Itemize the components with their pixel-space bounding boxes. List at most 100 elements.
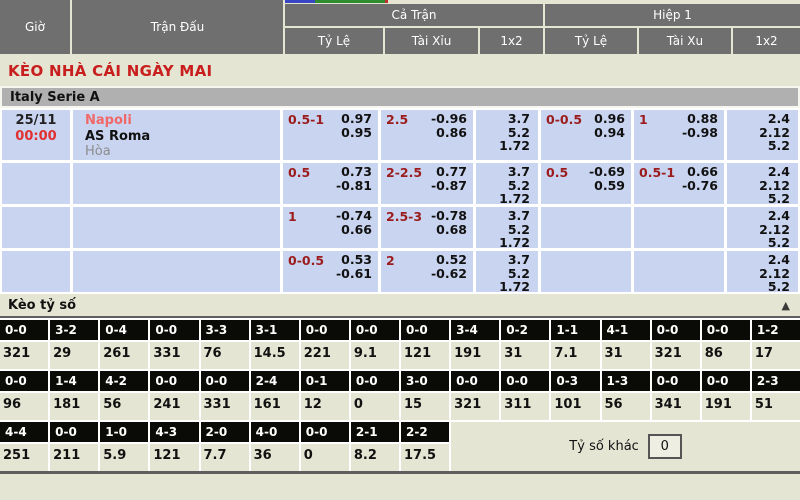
odds-value[interactable]: 2.4 xyxy=(768,253,790,267)
score-odds[interactable]: 241 xyxy=(150,393,198,420)
odds-value[interactable]: 0.73 xyxy=(341,165,372,179)
score-odds[interactable]: 341 xyxy=(652,393,700,420)
ft-1x2-cell[interactable]: 3.75.21.72 xyxy=(476,110,538,160)
odds-value[interactable]: 2.4 xyxy=(768,209,790,223)
odds-value[interactable]: 0.66 xyxy=(341,223,372,237)
h1-handicap-cell-empty[interactable] xyxy=(541,207,631,248)
odds-value[interactable]: 0.66 xyxy=(687,165,718,179)
h1-overunder-cell-empty[interactable] xyxy=(634,207,724,248)
ft-overunder-cell[interactable]: 2 0.52-0.62 xyxy=(381,251,473,292)
odds-value[interactable]: 0.94 xyxy=(594,126,625,140)
score-odds[interactable]: 0 xyxy=(301,444,349,471)
odds-value[interactable]: 0.96 xyxy=(594,112,625,126)
odds-value[interactable]: 3.7 xyxy=(508,165,530,179)
score-odds[interactable]: 8.2 xyxy=(351,444,399,471)
odds-value[interactable]: 1.72 xyxy=(499,139,530,153)
score-odds[interactable]: 321 xyxy=(652,342,700,369)
h1-handicap-cell[interactable]: 0-0.5 0.960.94 xyxy=(541,110,631,160)
h1-handicap-cell[interactable]: 0.5 -0.690.59 xyxy=(541,163,631,204)
h1-overunder-cell-empty[interactable] xyxy=(634,251,724,292)
odds-value[interactable]: 0.86 xyxy=(436,126,467,140)
ft-overunder-cell[interactable]: 2-2.5 0.77-0.87 xyxy=(381,163,473,204)
odds-value[interactable]: 0.97 xyxy=(341,112,372,126)
score-odds[interactable]: 17 xyxy=(752,342,800,369)
score-odds[interactable]: 121 xyxy=(150,444,198,471)
odds-value[interactable]: 0.77 xyxy=(436,165,467,179)
ft-overunder-cell[interactable]: 2.5-3 -0.780.68 xyxy=(381,207,473,248)
score-odds[interactable]: 5.9 xyxy=(100,444,148,471)
ft-1x2-cell[interactable]: 3.75.21.72 xyxy=(476,163,538,204)
h1-1x2-cell[interactable]: 2.42.125.2 xyxy=(727,110,798,160)
score-odds[interactable]: 15 xyxy=(401,393,449,420)
odds-value[interactable]: 2.12 xyxy=(759,179,790,193)
odds-value[interactable]: 2.4 xyxy=(768,165,790,179)
ft-1x2-cell[interactable]: 3.75.21.72 xyxy=(476,251,538,292)
odds-value[interactable]: -0.98 xyxy=(682,126,718,140)
score-odds[interactable]: 181 xyxy=(50,393,98,420)
odds-value[interactable]: 5.2 xyxy=(768,280,790,294)
h1-1x2-cell[interactable]: 2.42.125.2 xyxy=(727,207,798,248)
h1-overunder-cell[interactable]: 0.5-1 0.66-0.76 xyxy=(634,163,724,204)
odds-value[interactable]: 2.4 xyxy=(768,112,790,126)
ft-handicap-cell[interactable]: 1 -0.740.66 xyxy=(283,207,378,248)
score-odds[interactable]: 12 xyxy=(301,393,349,420)
score-odds[interactable]: 14.5 xyxy=(251,342,299,369)
odds-value[interactable]: 2.12 xyxy=(759,126,790,140)
odds-value[interactable]: 0.95 xyxy=(341,126,372,140)
score-odds[interactable]: 76 xyxy=(201,342,249,369)
odds-value[interactable]: 0.59 xyxy=(594,179,625,193)
score-odds[interactable]: 9.1 xyxy=(351,342,399,369)
odds-value[interactable]: 5.2 xyxy=(508,267,530,281)
ft-handicap-cell[interactable]: 0-0.5 0.53-0.61 xyxy=(283,251,378,292)
odds-value[interactable]: -0.96 xyxy=(431,112,467,126)
odds-value[interactable]: -0.62 xyxy=(431,267,467,281)
ft-1x2-cell[interactable]: 3.75.21.72 xyxy=(476,207,538,248)
collapse-arrow-icon[interactable]: ▲ xyxy=(782,299,790,312)
odds-value[interactable]: 5.2 xyxy=(508,223,530,237)
odds-value[interactable]: 5.2 xyxy=(508,126,530,140)
other-score-odds-box[interactable]: 0 xyxy=(648,434,682,459)
odds-value[interactable]: 5.2 xyxy=(768,139,790,153)
odds-value[interactable]: 3.7 xyxy=(508,209,530,223)
odds-value[interactable]: 5.2 xyxy=(508,179,530,193)
score-odds[interactable]: 191 xyxy=(451,342,499,369)
score-odds[interactable]: 121 xyxy=(401,342,449,369)
score-odds[interactable]: 261 xyxy=(100,342,148,369)
odds-value[interactable]: -0.78 xyxy=(431,209,467,223)
score-odds[interactable]: 251 xyxy=(0,444,48,471)
odds-value[interactable]: 3.7 xyxy=(508,112,530,126)
odds-value[interactable]: 1.72 xyxy=(499,192,530,206)
score-odds[interactable]: 51 xyxy=(752,393,800,420)
score-odds[interactable]: 0 xyxy=(351,393,399,420)
odds-value[interactable]: -0.69 xyxy=(589,165,625,179)
score-odds[interactable]: 29 xyxy=(50,342,98,369)
odds-value[interactable]: -0.76 xyxy=(682,179,718,193)
score-odds[interactable]: 31 xyxy=(501,342,549,369)
odds-value[interactable]: -0.61 xyxy=(336,267,372,281)
odds-value[interactable]: 5.2 xyxy=(768,192,790,206)
odds-value[interactable]: 2.12 xyxy=(759,267,790,281)
odds-value[interactable]: 0.68 xyxy=(436,223,467,237)
score-odds[interactable]: 7.7 xyxy=(201,444,249,471)
score-odds[interactable]: 211 xyxy=(50,444,98,471)
score-odds[interactable]: 56 xyxy=(602,393,650,420)
odds-value[interactable]: 2.12 xyxy=(759,223,790,237)
odds-value[interactable]: -0.74 xyxy=(336,209,372,223)
score-odds[interactable]: 331 xyxy=(201,393,249,420)
score-odds[interactable]: 331 xyxy=(150,342,198,369)
ft-overunder-cell[interactable]: 2.5 -0.960.86 xyxy=(381,110,473,160)
ft-handicap-cell[interactable]: 0.5 0.73-0.81 xyxy=(283,163,378,204)
score-odds[interactable]: 101 xyxy=(551,393,599,420)
score-odds[interactable]: 36 xyxy=(251,444,299,471)
score-odds[interactable]: 31 xyxy=(602,342,650,369)
odds-value[interactable]: 1.72 xyxy=(499,236,530,250)
score-odds[interactable]: 56 xyxy=(100,393,148,420)
score-odds[interactable]: 191 xyxy=(702,393,750,420)
odds-value[interactable]: 0.88 xyxy=(687,112,718,126)
odds-value[interactable]: -0.87 xyxy=(431,179,467,193)
odds-value[interactable]: 0.53 xyxy=(341,253,372,267)
score-odds[interactable]: 321 xyxy=(0,342,48,369)
h1-1x2-cell[interactable]: 2.42.125.2 xyxy=(727,163,798,204)
score-odds[interactable]: 86 xyxy=(702,342,750,369)
score-odds[interactable]: 17.5 xyxy=(401,444,449,471)
